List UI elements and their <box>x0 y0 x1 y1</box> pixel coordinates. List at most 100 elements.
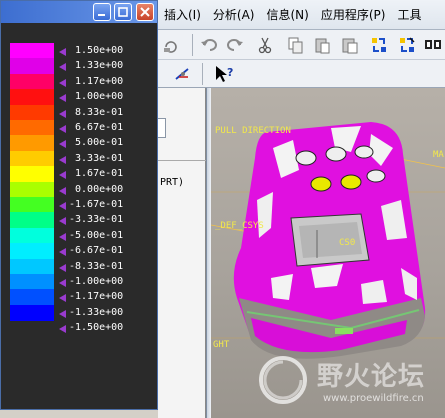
model-tree-item[interactable]: PRT) <box>160 177 184 188</box>
datum-display-icon[interactable] <box>172 63 194 85</box>
legend-swatch <box>10 304 54 321</box>
watermark-url: www.proewildfire.cn <box>323 393 424 404</box>
legend-marker <box>59 248 66 257</box>
legend-swatch <box>10 258 54 275</box>
minimize-button[interactable] <box>93 3 111 21</box>
legend-marker <box>59 140 66 149</box>
legend-marker <box>59 202 66 210</box>
legend-marker <box>59 294 66 303</box>
regenerate-manager-icon[interactable] <box>396 34 418 56</box>
panel-divider <box>158 160 206 161</box>
watermark-text: 野火论坛 <box>317 362 426 392</box>
legend-swatch <box>10 181 54 198</box>
cs0-label: CS0 <box>339 238 356 248</box>
legend-value: 6.67e-01 <box>69 122 124 133</box>
legend-value: -1.00e+00 <box>69 276 124 287</box>
cut-icon[interactable] <box>254 34 276 56</box>
watermark-logo <box>259 356 307 404</box>
legend-swatch <box>10 243 54 260</box>
whats-this-icon[interactable]: ? <box>214 63 236 85</box>
maximize-icon <box>118 7 128 17</box>
window-icon[interactable] <box>422 34 444 56</box>
close-icon <box>140 7 150 17</box>
legend-value: -1.50e+00 <box>69 322 124 334</box>
legend-marker <box>59 263 66 272</box>
legend-marker <box>59 78 66 87</box>
legend-value: 1.17e+00 <box>69 75 124 87</box>
secondary-toolbar: ? <box>158 60 445 88</box>
copy-icon[interactable] <box>284 34 306 56</box>
legend-swatch <box>10 227 54 244</box>
rotate-icon[interactable] <box>160 34 182 56</box>
model-tree-field[interactable] <box>158 118 166 138</box>
toolbar-separator <box>202 63 203 85</box>
watermark: 野火论坛 www.proewildfire.cn <box>225 348 445 418</box>
legend-titlebar[interactable] <box>1 1 157 23</box>
toolbar-separator <box>192 34 193 56</box>
def-csys-label: _DEF_CSYS <box>215 221 264 231</box>
legend-swatch <box>10 89 54 106</box>
legend-value: -1.67e-01 <box>69 199 124 210</box>
legend-value: -6.67e-01 <box>69 245 124 257</box>
legend-value: 1.67e-01 <box>69 168 124 180</box>
menu-insert[interactable]: 插入(I) <box>158 6 207 23</box>
legend-marker <box>59 171 66 180</box>
menu-info[interactable]: 信息(N) <box>260 6 314 23</box>
legend-value: -5.00e-01 <box>69 229 124 241</box>
legend-value: -8.33e-01 <box>69 260 124 272</box>
legend-marker <box>59 109 66 118</box>
legend-swatch <box>10 73 54 90</box>
redo-icon[interactable] <box>224 34 246 56</box>
legend-swatch <box>10 104 54 121</box>
maximize-button[interactable] <box>114 3 132 21</box>
paste-icon[interactable] <box>311 34 333 56</box>
legend-swatch <box>10 135 54 152</box>
legend-marker <box>59 63 66 72</box>
legend-marker <box>59 309 66 318</box>
legend-value: 1.33e+00 <box>69 60 124 72</box>
legend-swatch <box>10 43 54 59</box>
close-button[interactable] <box>136 3 154 21</box>
legend-window[interactable]: 1.50e+00 1.33e+00 1.17e+00 1.00e+00 8.33… <box>0 0 158 410</box>
legend-marker <box>59 186 66 195</box>
legend-marker <box>59 217 66 226</box>
legend-value: 0.00e+00 <box>69 183 124 195</box>
menu-analysis[interactable]: 分析(A) <box>207 6 261 23</box>
color-legend: 1.50e+00 1.33e+00 1.17e+00 1.00e+00 8.33… <box>1 23 157 409</box>
undo-icon[interactable] <box>198 34 220 56</box>
legend-marker <box>59 94 66 103</box>
legend-swatch <box>10 274 54 290</box>
svg-text:?: ? <box>227 66 233 79</box>
legend-swatch <box>10 197 54 213</box>
legend-swatch <box>10 58 54 75</box>
legend-value: 3.33e-01 <box>69 152 124 164</box>
legend-value: 5.00e-01 <box>69 137 124 149</box>
main-toolbar <box>158 30 445 60</box>
legend-value: 1.00e+00 <box>69 91 124 103</box>
legend-marker <box>59 232 66 241</box>
legend-swatch <box>10 120 54 136</box>
regenerate-icon[interactable] <box>368 34 390 56</box>
legend-marker <box>59 279 66 287</box>
legend-swatch <box>10 166 54 183</box>
legend-swatch <box>10 150 54 167</box>
legend-marker <box>59 48 66 56</box>
ma-label: MA <box>433 150 444 160</box>
paste-special-icon[interactable] <box>339 34 361 56</box>
minimize-icon <box>98 14 105 16</box>
legend-value: 8.33e-01 <box>69 106 124 118</box>
legend-marker <box>59 155 66 164</box>
legend-swatch <box>10 212 54 229</box>
legend-marker <box>59 125 66 133</box>
legend-marker <box>59 325 66 334</box>
menu-bar: 插入(I) 分析(A) 信息(N) 应用程序(P) 工具 <box>158 0 445 30</box>
legend-value: -1.33e+00 <box>69 306 124 318</box>
menu-applications[interactable]: 应用程序(P) <box>315 6 392 23</box>
legend-value: -3.33e-01 <box>69 214 124 226</box>
legend-swatch <box>10 289 54 306</box>
menu-tools[interactable]: 工具 <box>391 6 427 23</box>
legend-value: 1.50e+00 <box>69 45 124 56</box>
legend-value: -1.17e+00 <box>69 291 124 303</box>
pull-direction-label: PULL DIRECTION <box>215 126 291 136</box>
graphics-viewport[interactable]: PULL DIRECTION _DEF_CSYS CS0 MA GHT 野火论坛… <box>211 88 445 418</box>
